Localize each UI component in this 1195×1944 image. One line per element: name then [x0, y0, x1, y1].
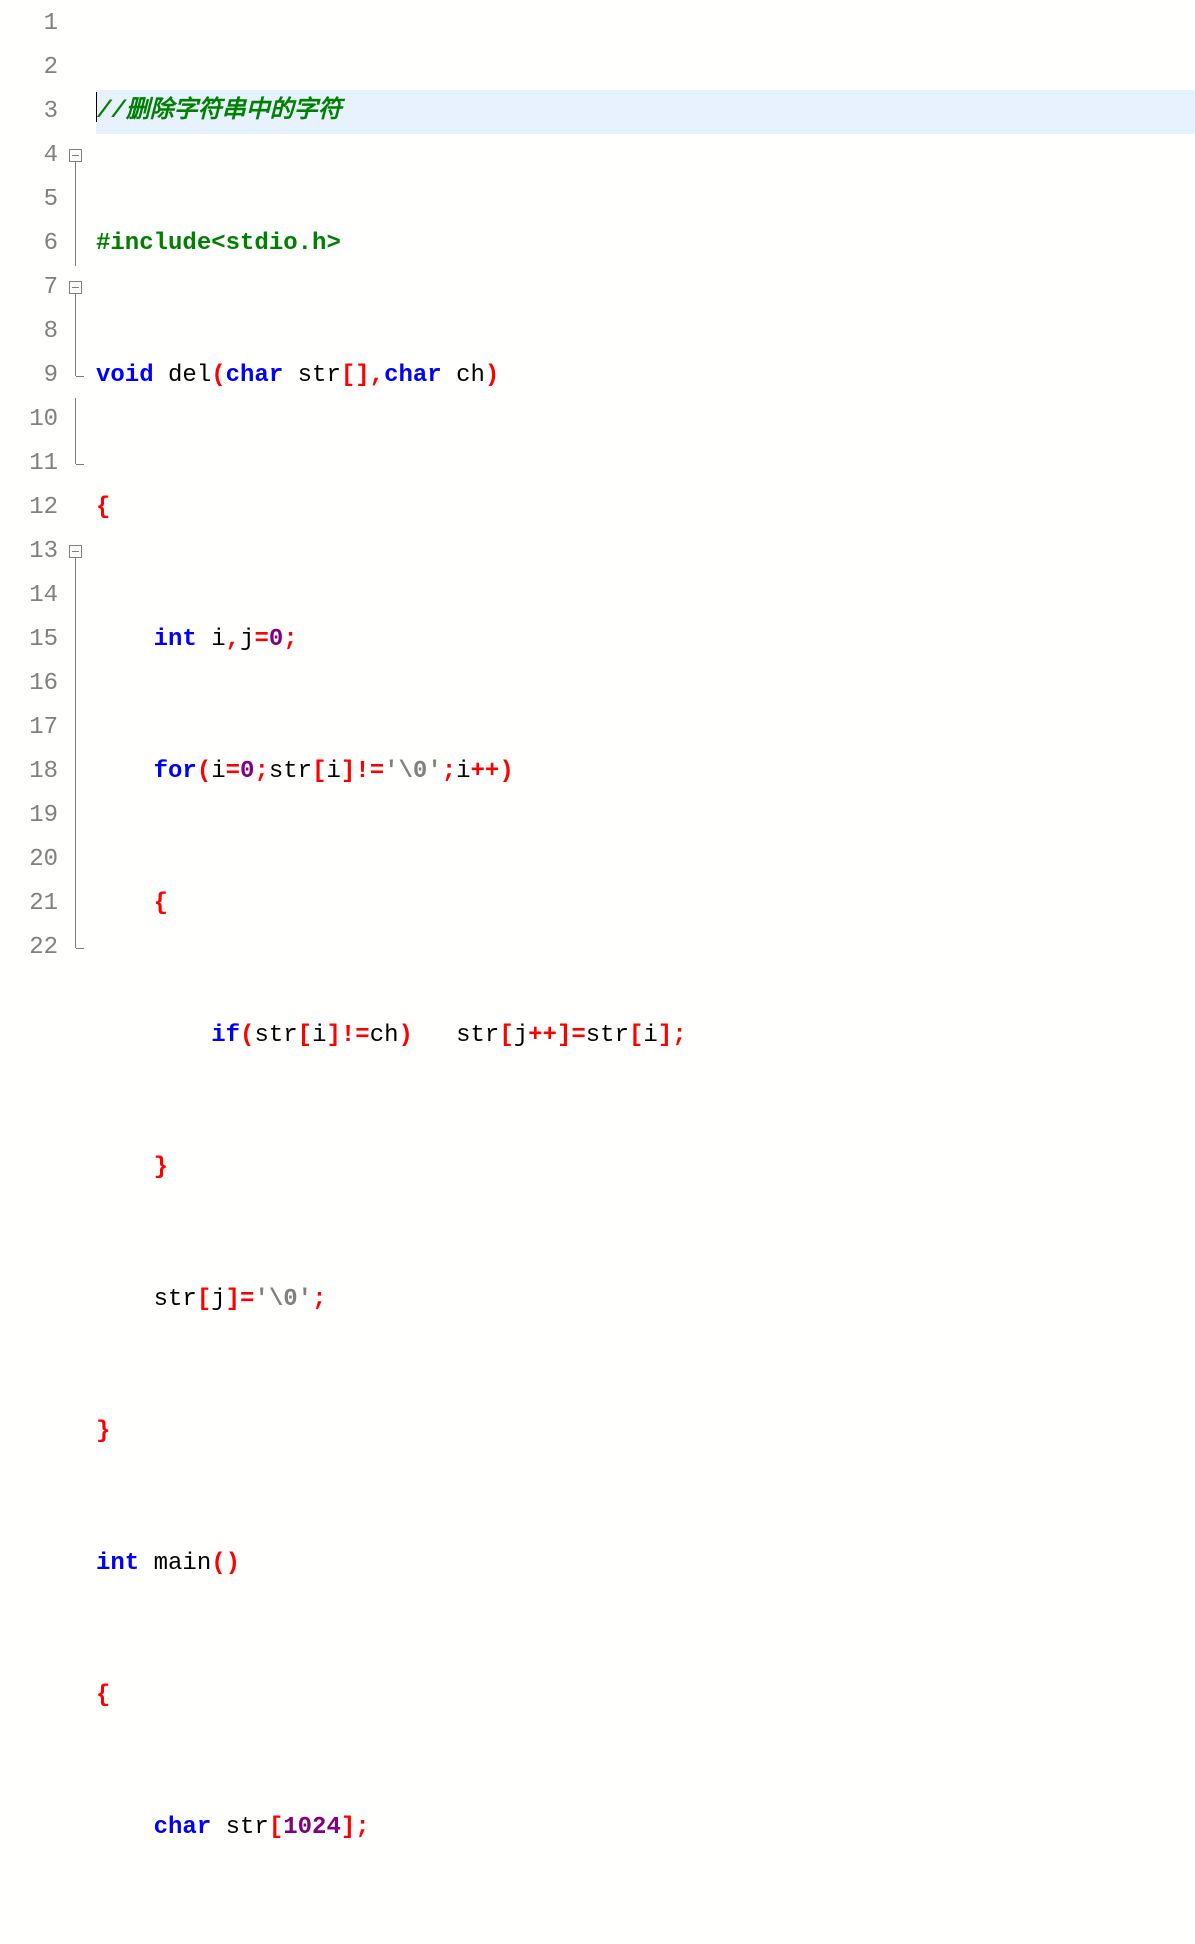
code-line[interactable]: if(str[i]!=ch) str[j++]=str[i];: [96, 1014, 1195, 1058]
fold-toggle-icon[interactable]: [69, 545, 82, 558]
line-number: 19: [0, 794, 66, 838]
line-number: 2: [0, 46, 66, 90]
code-line[interactable]: }: [96, 1146, 1195, 1190]
line-number: 3: [0, 90, 66, 134]
code-line[interactable]: int i,j=0;: [96, 618, 1195, 662]
code-editor[interactable]: 1 2 3 4 5 6 7 8 9 10 11 12 13 14 15 16 1…: [0, 0, 1195, 972]
code-line[interactable]: char str[1024];: [96, 1806, 1195, 1850]
line-number: 7: [0, 266, 66, 310]
line-number: 5: [0, 178, 66, 222]
code-line[interactable]: //删除字符串中的字符: [96, 90, 1195, 134]
line-number: 15: [0, 618, 66, 662]
line-number: 18: [0, 750, 66, 794]
comment-token: //删除字符串中的字符: [97, 98, 342, 125]
line-number: 20: [0, 838, 66, 882]
fold-column: [66, 0, 88, 972]
code-line[interactable]: void del(char str[],char ch): [96, 354, 1195, 398]
line-number: 1: [0, 2, 66, 46]
code-line[interactable]: {: [96, 1674, 1195, 1718]
line-number: 17: [0, 706, 66, 750]
preprocessor-token: #include<stdio.h>: [96, 230, 341, 257]
fold-toggle-icon[interactable]: [69, 281, 82, 294]
code-line[interactable]: int main(): [96, 1542, 1195, 1586]
code-line[interactable]: gets(str);: [96, 1938, 1195, 1944]
line-number: 14: [0, 574, 66, 618]
code-line[interactable]: {: [96, 486, 1195, 530]
code-area[interactable]: //删除字符串中的字符 #include<stdio.h> void del(c…: [88, 0, 1195, 972]
code-line[interactable]: str[j]='\0';: [96, 1278, 1195, 1322]
line-number: 22: [0, 926, 66, 970]
line-number: 9: [0, 354, 66, 398]
line-number: 12: [0, 486, 66, 530]
line-number-gutter: 1 2 3 4 5 6 7 8 9 10 11 12 13 14 15 16 1…: [0, 0, 66, 972]
line-number: 8: [0, 310, 66, 354]
code-line[interactable]: #include<stdio.h>: [96, 222, 1195, 266]
code-line[interactable]: for(i=0;str[i]!='\0';i++): [96, 750, 1195, 794]
fold-toggle-icon[interactable]: [69, 149, 82, 162]
code-line[interactable]: {: [96, 882, 1195, 926]
line-number: 21: [0, 882, 66, 926]
line-number: 11: [0, 442, 66, 486]
line-number: 10: [0, 398, 66, 442]
code-line[interactable]: }: [96, 1410, 1195, 1454]
line-number: 16: [0, 662, 66, 706]
line-number: 13: [0, 530, 66, 574]
line-number: 4: [0, 134, 66, 178]
line-number: 6: [0, 222, 66, 266]
